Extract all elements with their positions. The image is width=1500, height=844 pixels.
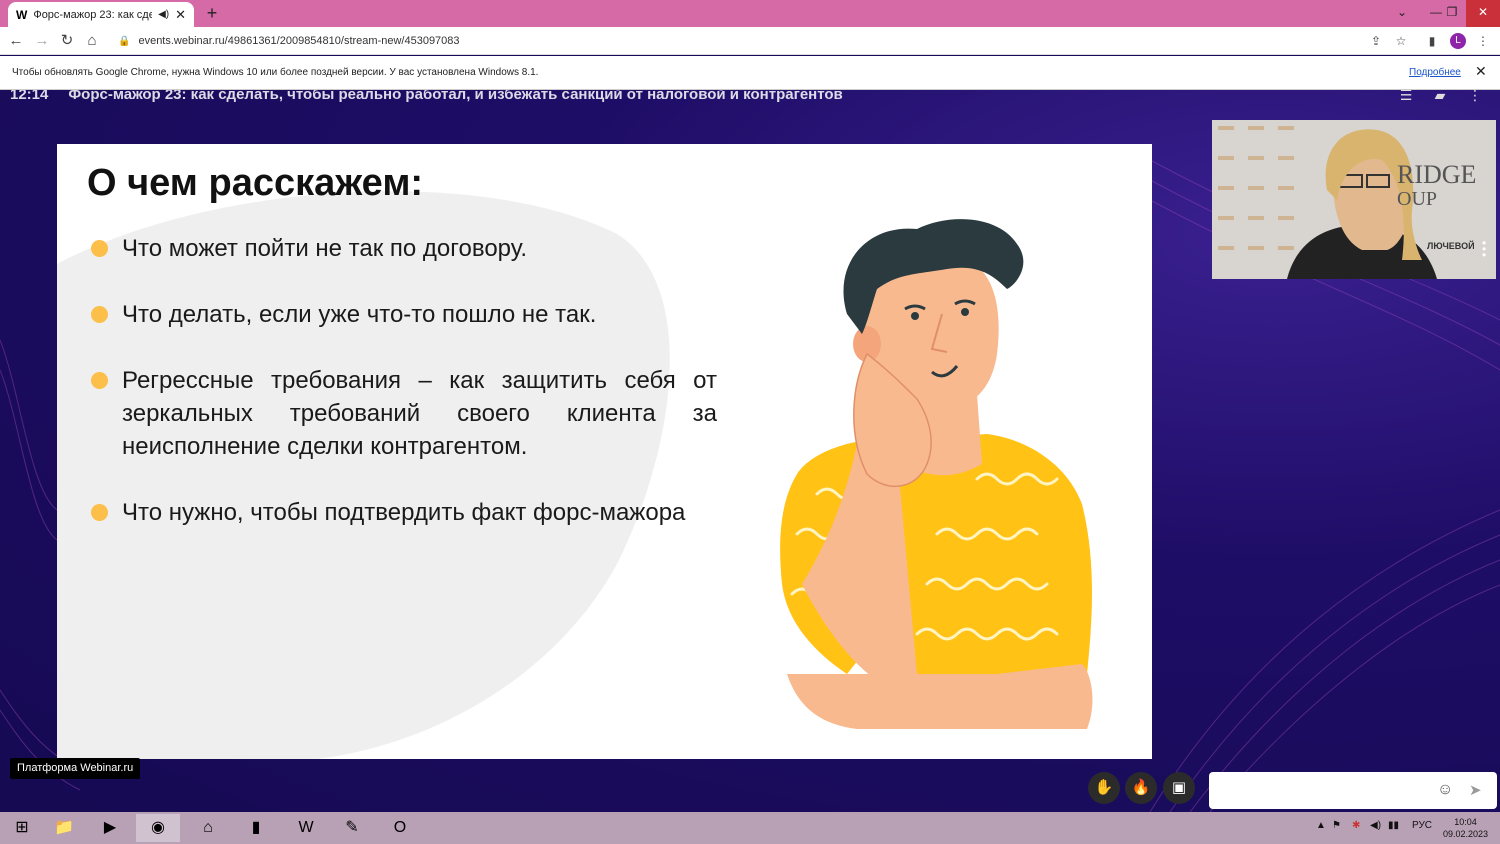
windows-taskbar: ⊞ 📁 ▶ ◉ ⌂ ▮ W ✎ O ▲ ⚑ ✱ ◀) ▮▮ РУС 10:04 … [0,812,1500,844]
side-panel-icon[interactable]: ▮ [1422,31,1442,51]
picture-in-picture-icon[interactable]: ▣ [1163,772,1195,804]
emoji-icon[interactable]: ☺ [1437,781,1453,799]
bullet-text: Регрессные требования – как защитить себ… [122,367,717,460]
file-explorer-icon[interactable]: 📁 [42,814,86,842]
bullet-dot-icon [91,372,108,389]
clock-time: 10:04 [1454,817,1477,827]
media-player-icon[interactable]: ▶ [88,814,132,842]
bullet-dot-icon [91,504,108,521]
network-icon[interactable]: ▮▮ [1388,820,1399,831]
thinking-man-illustration [780,219,1093,729]
reload-icon[interactable]: ↻ [57,31,77,51]
send-icon[interactable]: ➤ [1469,781,1482,799]
bullet-list: Что может пойти не так по договору. Что … [87,232,717,562]
tab-strip: W Форс-мажор 23: как сделать ◀) ✕ + ⌄ — … [0,0,1500,27]
bullet-item: Что делать, если уже что-то пошло не так… [87,298,717,331]
close-tab-icon[interactable]: ✕ [175,7,186,23]
questions-icon[interactable]: ☰ [1396,90,1416,104]
infobar-message: Чтобы обновлять Google Chrome, нужна Win… [12,67,539,78]
tab-title: Форс-мажор 23: как сделать [33,8,153,21]
home-icon[interactable]: ⌂ [82,31,102,51]
chat-message-input[interactable]: ☺ ➤ [1209,772,1497,809]
backdrop-brand-line3: ЛЮЧЕВОЙ [1427,241,1475,251]
tab-search-icon[interactable]: ⌄ [1385,0,1419,27]
home-app-icon[interactable]: ⌂ [186,814,230,842]
browser-tab[interactable]: W Форс-мажор 23: как сделать ◀) ✕ [8,2,194,27]
speaker-video-frame [1218,126,1437,279]
webinar-time: 12:14 [10,90,49,103]
bullet-dot-icon [91,240,108,257]
lock-icon: 🔒 [118,36,131,47]
close-window-button[interactable]: ✕ [1466,0,1500,27]
chat-icon[interactable]: ▰ [1430,90,1450,104]
speaker-icon[interactable]: ◀) [158,9,169,20]
windows-start-icon[interactable]: ⊞ [0,814,44,842]
menu-dots-icon[interactable]: ⋮ [1473,31,1493,51]
forward-icon[interactable]: → [32,31,52,51]
antivirus-icon[interactable]: ✱ [1352,820,1360,831]
bullet-text: Что нужно, чтобы подтвердить факт форс-м… [122,499,686,526]
close-infobar-icon[interactable]: ✕ [1475,63,1487,80]
restore-button[interactable]: ❐ [1435,0,1469,27]
browser-toolbar: ← → ↻ ⌂ 🔒 events.webinar.ru/49861361/2009… [0,27,1500,55]
volume-icon[interactable]: ◀) [1370,820,1381,831]
raise-hand-icon[interactable]: ✋ [1088,772,1120,804]
flag-icon[interactable]: ⚑ [1332,820,1341,831]
clock-date: 09.02.2023 [1443,829,1489,839]
bullet-text: Что делать, если уже что-то пошло не так… [122,301,597,328]
backdrop-brand-line2: OUP [1397,188,1438,210]
backdrop-brand-line1: RIDGE [1397,160,1477,189]
webinar-favicon-icon: W [16,7,28,22]
outlook-icon[interactable]: O [378,814,422,842]
chrome-icon[interactable]: ◉ [136,814,180,842]
video-options-icon[interactable]: • • • [1482,237,1486,261]
webinar-title: Форс-мажор 23: как сделать, чтобы реальн… [68,90,843,103]
bullet-dot-icon [91,306,108,323]
paint-icon[interactable]: ✎ [330,814,374,842]
word-icon[interactable]: W [284,814,328,842]
bullet-item: Что может пойти не так по договору. [87,232,717,265]
url-text: events.webinar.ru/49861361/2009854810/st… [138,35,460,47]
speaker-video[interactable]: RIDGE OUP ЛЮЧЕВОЙ • • • [1212,120,1496,279]
tray-expand-icon[interactable]: ▲ [1316,820,1326,831]
bullet-item: Что нужно, чтобы подтвердить факт форс-м… [87,496,717,529]
reaction-fire-icon[interactable]: 🔥 [1125,772,1157,804]
language-indicator[interactable]: РУС [1412,820,1432,831]
share-icon[interactable]: ⇪ [1366,31,1386,51]
update-infobar: Чтобы обновлять Google Chrome, нужна Win… [0,56,1500,90]
slide-title: О чем расскажем: [87,162,424,204]
back-icon[interactable]: ← [6,31,26,51]
webinar-page: 12:14 Форс-мажор 23: как сделать, чтобы р… [0,90,1500,812]
more-options-icon[interactable]: ⋮ [1465,90,1485,104]
zoom-icon[interactable]: ▮ [234,814,278,842]
presentation-slide: О чем расскажем: Что может пойти не так … [57,144,1152,759]
infobar-more-link[interactable]: Подробнее [1409,67,1461,78]
address-bar[interactable]: 🔒 events.webinar.ru/49861361/2009854810/s… [108,31,1418,51]
platform-label: Платформа Webinar.ru [10,758,141,779]
system-clock[interactable]: 10:04 09.02.2023 [1443,816,1488,840]
bullet-item: Регрессные требования – как защитить себ… [87,364,717,463]
bookmark-star-icon[interactable]: ☆ [1391,31,1411,51]
bullet-text: Что может пойти не так по договору. [122,235,528,262]
webinar-header: 12:14 Форс-мажор 23: как сделать, чтобы р… [10,90,843,103]
profile-avatar[interactable]: L [1450,33,1466,49]
new-tab-button[interactable]: + [202,3,222,23]
